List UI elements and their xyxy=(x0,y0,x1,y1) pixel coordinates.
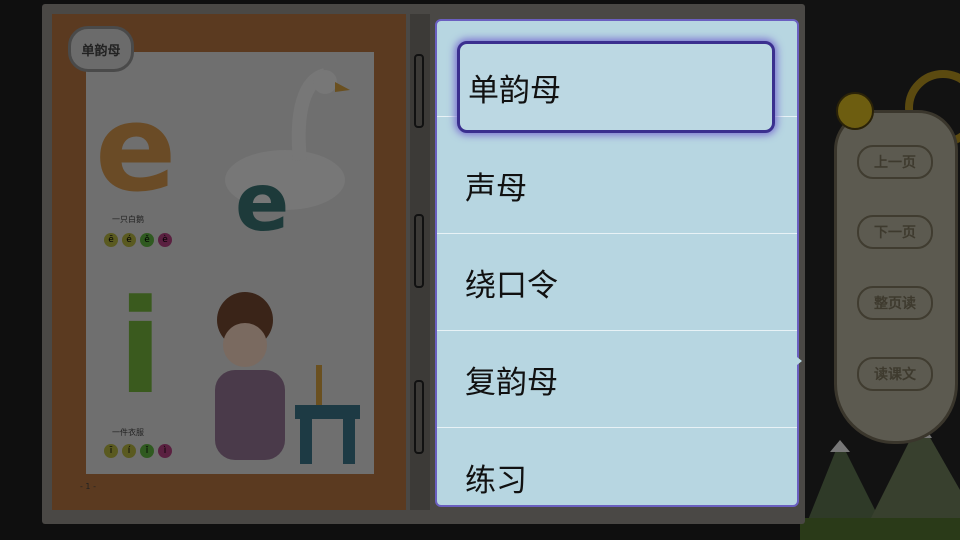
menu-item-initials[interactable]: 声母 xyxy=(437,138,797,234)
chapter-menu-dialog: 单韵母 声母 绕口令 复韵母 练习 xyxy=(435,19,799,507)
lesson-badge: 单韵母 xyxy=(68,26,134,72)
binding-ring xyxy=(414,54,424,128)
girl-sewing-illustration xyxy=(215,292,360,464)
caption-bottom: 一件衣服 xyxy=(112,428,144,437)
navigation-tag-panel: 上一页 下一页 整页读 读课文 xyxy=(834,110,958,444)
read-page-button[interactable]: 整页读 xyxy=(857,286,933,320)
next-page-button[interactable]: 下一页 xyxy=(857,215,933,249)
tone-mark: ì xyxy=(158,444,172,458)
tone-mark: ě xyxy=(140,233,154,247)
read-text-button[interactable]: 读课文 xyxy=(857,357,933,391)
tones-top: ē é ě è xyxy=(104,233,172,247)
tone-mark: í xyxy=(122,444,136,458)
tone-mark: ī xyxy=(104,444,118,458)
tone-mark: ǐ xyxy=(140,444,154,458)
menu-item-practice[interactable]: 练习 xyxy=(437,429,797,505)
binding-ring xyxy=(414,380,424,454)
tone-mark: ē xyxy=(104,233,118,247)
svg-text:e: e xyxy=(235,156,289,235)
letter-e: e xyxy=(95,80,177,219)
tone-mark: è xyxy=(158,233,172,247)
bee-icon xyxy=(836,92,874,130)
tone-mark: é xyxy=(122,233,136,247)
tones-bottom: ī í ǐ ì xyxy=(104,444,172,458)
dialog-pointer xyxy=(792,353,802,369)
menu-item-tongue-twisters[interactable]: 绕口令 xyxy=(437,235,797,331)
page-number: - 1 - xyxy=(80,482,96,491)
prev-page-button[interactable]: 上一页 xyxy=(857,145,933,179)
swan-illustration: e xyxy=(225,68,350,235)
menu-item-compound-finals[interactable]: 复韵母 xyxy=(437,332,797,428)
caption-top: 一只白鹅 xyxy=(112,215,144,224)
letter-i: i xyxy=(118,271,163,423)
menu-item-single-finals[interactable]: 单韵母 xyxy=(457,41,775,133)
binding-ring xyxy=(414,214,424,288)
